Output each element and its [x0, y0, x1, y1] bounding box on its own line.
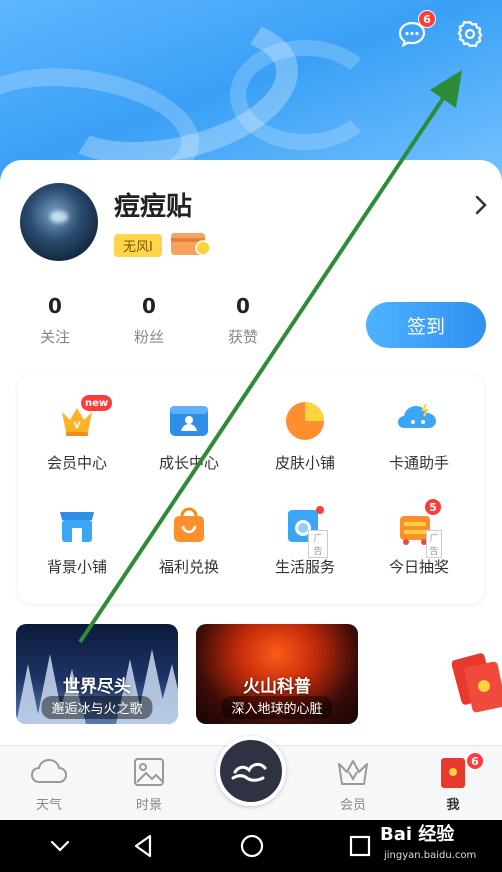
cloud-icon — [30, 758, 68, 783]
back-triangle-icon[interactable] — [130, 832, 158, 860]
grid-item-label: 皮肤小铺 — [274, 454, 335, 472]
grid-item-label: 福利兑换 — [158, 558, 219, 576]
tab-weather[interactable]: 天气 — [14, 756, 84, 813]
grid-item-growth-center[interactable]: 成长中心 — [134, 398, 244, 473]
wallet-card-icon[interactable] — [170, 230, 212, 258]
chevron-down-icon[interactable] — [46, 832, 74, 860]
red-envelope-icon[interactable] — [452, 646, 502, 716]
settings-button[interactable] — [452, 16, 488, 52]
ad-label: 广告 — [426, 530, 442, 558]
grid-item-daily-lottery[interactable]: 5 广告 今日抽奖 — [364, 498, 474, 577]
avatar[interactable] — [20, 183, 98, 261]
grid-item-label: 生活服务 — [274, 558, 335, 576]
tab-label: 会员 — [339, 798, 366, 813]
grid-item-label: 成长中心 — [158, 454, 219, 472]
home-circle-icon[interactable] — [238, 832, 266, 860]
growth-id-icon — [170, 406, 208, 436]
welfare-bag-icon — [174, 507, 204, 542]
grid-item-welfare-exchange[interactable]: 福利兑换 — [134, 502, 244, 577]
banner-subtitle: 深入地球的心脏 — [221, 696, 333, 719]
banner-volcano[interactable]: 火山科普 深入地球的心脏 — [196, 624, 358, 724]
watermark-url: jingyan.baidu.com — [384, 850, 477, 861]
stat-label: 获赞 — [227, 328, 258, 346]
vip-crown-outline-icon — [338, 760, 368, 785]
signin-button[interactable]: 签到 — [366, 302, 486, 348]
grid-item-life-service[interactable]: 广告 生活服务 — [250, 502, 360, 577]
banner-title: 世界尽头 — [63, 677, 131, 697]
grid-item-background-shop[interactable]: 背景小铺 — [22, 502, 132, 577]
watermark-brand: Bai 经验 — [380, 824, 455, 845]
message-count-badge: 6 — [418, 10, 436, 28]
tab-label: 时景 — [135, 798, 162, 813]
ad-label: 广告 — [308, 530, 328, 558]
cartoon-assistant-icon — [398, 403, 436, 428]
banner-world-end[interactable]: 世界尽头 邂逅冰与火之歌 — [16, 624, 178, 724]
stat-value: 0 — [142, 294, 156, 318]
tab-label: 我 — [446, 798, 460, 813]
tab-me[interactable]: 6 我 — [418, 752, 488, 813]
stat-label: 关注 — [39, 328, 70, 346]
grid-item-label: 今日抽奖 — [388, 558, 449, 576]
svg-text:V: V — [74, 421, 81, 431]
grid-item-label: 背景小铺 — [46, 558, 107, 576]
feature-grid: V new 会员中心 成长中心 皮肤小铺 卡通助手 背景小铺 福利兑换 广告 生… — [18, 374, 484, 604]
lottery-count-badge: 5 — [424, 498, 442, 516]
banner-title: 火山科普 — [243, 677, 311, 697]
home-center-button[interactable] — [216, 736, 286, 806]
me-badge: 6 — [466, 752, 484, 770]
grid-item-skin-shop[interactable]: 皮肤小铺 — [250, 398, 360, 473]
username[interactable]: 痘痘贴 — [114, 186, 192, 223]
stat-fans[interactable]: 0 粉丝 — [114, 294, 184, 347]
stat-label: 粉丝 — [133, 328, 164, 346]
grid-item-cartoon-assistant[interactable]: 卡通助手 — [364, 398, 474, 473]
stat-value: 0 — [236, 294, 250, 318]
tab-label: 天气 — [35, 798, 62, 813]
grid-item-label: 卡通助手 — [388, 454, 449, 472]
chevron-right-icon[interactable] — [470, 194, 492, 216]
stat-following[interactable]: 0 关注 — [20, 294, 90, 347]
tab-vip[interactable]: 会员 — [318, 756, 388, 813]
skin-shop-icon — [286, 402, 324, 440]
gear-icon — [457, 20, 483, 48]
user-tag-badge[interactable]: 无风I — [114, 234, 162, 257]
tab-scenery[interactable]: 时景 — [114, 756, 184, 813]
background-shop-icon — [60, 512, 94, 542]
grid-item-vip-center[interactable]: V new 会员中心 — [22, 394, 132, 473]
grid-item-label: 会员中心 — [46, 454, 107, 472]
messages-button[interactable]: 6 — [394, 10, 436, 52]
cloud-logo-icon — [231, 762, 267, 782]
stat-value: 0 — [48, 294, 62, 318]
stat-likes[interactable]: 0 获赞 — [208, 294, 278, 347]
banner-subtitle: 邂逅冰与火之歌 — [41, 696, 153, 719]
new-badge: new — [80, 394, 114, 412]
cloud-decoration — [230, 40, 380, 150]
image-icon — [134, 758, 164, 786]
recents-square-icon[interactable] — [346, 832, 374, 860]
